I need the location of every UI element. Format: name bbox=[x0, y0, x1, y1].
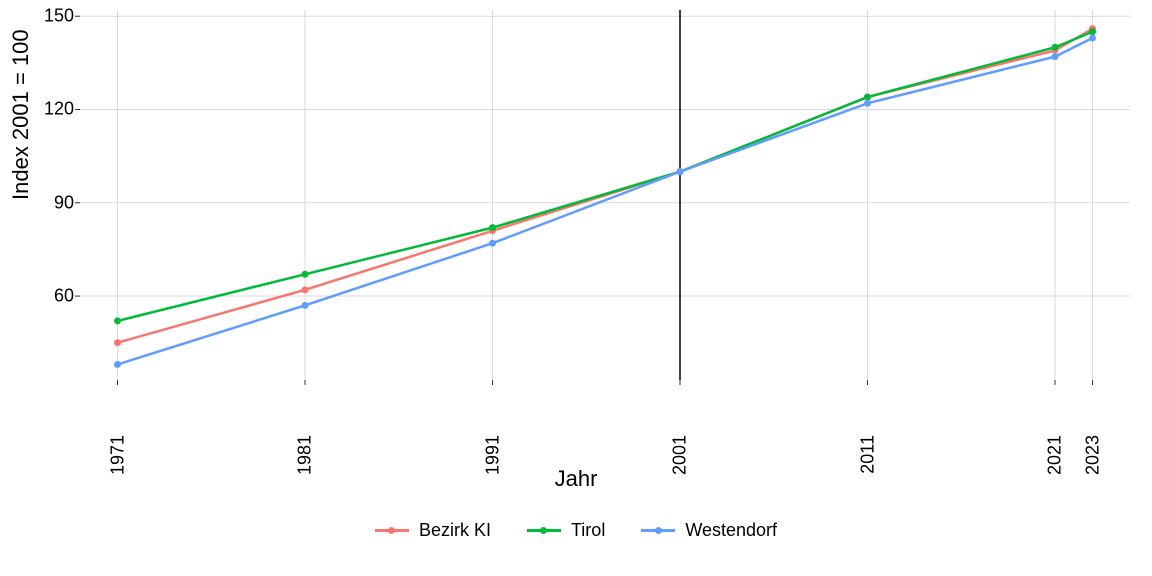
series-point bbox=[302, 286, 309, 293]
chart-container: Index 2001 = 100 6090120150 197119811991… bbox=[0, 0, 1152, 576]
ytick-label: 150 bbox=[14, 6, 74, 27]
series-point bbox=[489, 240, 496, 247]
x-axis-label: Jahr bbox=[0, 466, 1152, 492]
legend-swatch-icon bbox=[375, 524, 409, 538]
ytick-label: 90 bbox=[14, 192, 74, 213]
legend-label: Tirol bbox=[571, 520, 605, 541]
ytick-label: 120 bbox=[14, 99, 74, 120]
legend-item: Westendorf bbox=[641, 520, 777, 541]
series-point bbox=[302, 302, 309, 309]
series-point bbox=[677, 168, 684, 175]
series-line bbox=[118, 32, 1093, 321]
series-point bbox=[864, 94, 871, 101]
series-point bbox=[1089, 28, 1096, 35]
legend-swatch-icon bbox=[641, 524, 675, 538]
series-point bbox=[1089, 34, 1096, 41]
plot-svg bbox=[80, 10, 1130, 380]
series-point bbox=[864, 100, 871, 107]
plot-area bbox=[80, 10, 1131, 380]
legend-label: Bezirk KI bbox=[419, 520, 491, 541]
series-point bbox=[114, 361, 121, 368]
series-point bbox=[114, 317, 121, 324]
ytick-label: 60 bbox=[14, 286, 74, 307]
legend-label: Westendorf bbox=[685, 520, 777, 541]
legend: Bezirk KI Tirol Westendorf bbox=[0, 520, 1152, 541]
series-point bbox=[489, 224, 496, 231]
series-point bbox=[114, 339, 121, 346]
legend-swatch-icon bbox=[527, 524, 561, 538]
legend-item: Bezirk KI bbox=[375, 520, 491, 541]
series-point bbox=[1052, 53, 1059, 60]
series-point bbox=[302, 271, 309, 278]
series-line bbox=[118, 38, 1093, 364]
series-point bbox=[1052, 44, 1059, 51]
legend-item: Tirol bbox=[527, 520, 605, 541]
